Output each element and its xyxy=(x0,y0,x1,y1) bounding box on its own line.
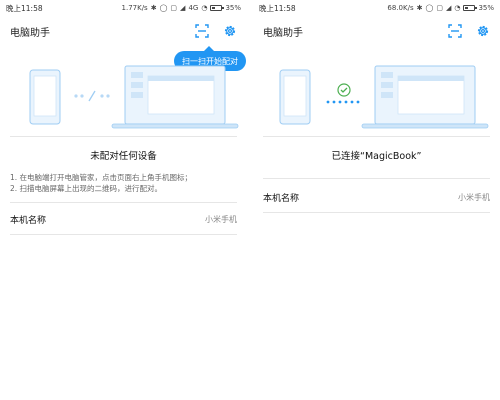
instructions: 1. 在电脑端打开电脑管家，点击页面右上角手机图标； 2. 扫描电脑屏幕上出现的… xyxy=(10,172,237,194)
connection-status: 已连接“MagicBook” xyxy=(331,151,422,162)
instruction-step: 1. 在电脑端打开电脑管家，点击页面右上角手机图标； xyxy=(10,173,193,182)
screen-connected: 晚上11:58 68.0K/s ✱ ◯ ▢ ◢ ◔ 35% 电脑助手 已连接“M… xyxy=(253,0,500,400)
divider xyxy=(263,136,490,137)
device-name-row[interactable]: 本机名称 小米手机 xyxy=(263,184,490,210)
status-time: 晚上11:58 xyxy=(6,3,43,13)
divider xyxy=(263,178,490,179)
device-name-value: 小米手机 xyxy=(458,192,490,202)
vibrate-icon: ▢ xyxy=(436,4,443,12)
wifi-icon: ◔ xyxy=(201,4,208,12)
check-circle-icon xyxy=(337,83,351,97)
app-bar: 电脑助手 xyxy=(0,16,247,46)
divider xyxy=(10,202,237,203)
status-time: 晚上11:58 xyxy=(259,3,296,13)
device-name-label: 本机名称 xyxy=(263,193,300,204)
network-speed: 1.77K/s xyxy=(121,4,148,12)
gear-icon[interactable] xyxy=(476,24,490,38)
battery-icon xyxy=(463,5,478,11)
battery-percent: 35% xyxy=(478,4,494,12)
connected-illustration xyxy=(279,65,489,129)
instruction-step: 2. 扫描电脑屏幕上出现的二维码，进行配对。 xyxy=(10,184,163,193)
gear-icon[interactable] xyxy=(223,24,237,38)
bluetooth-icon: ✱ xyxy=(416,4,423,12)
divider xyxy=(263,212,490,213)
divider xyxy=(10,136,237,137)
device-name-value: 小米手机 xyxy=(205,214,237,224)
vibrate-icon: ▢ xyxy=(170,4,178,12)
device-name-row[interactable]: 本机名称 小米手机 xyxy=(10,206,237,232)
alarm-icon: ◯ xyxy=(159,4,168,12)
signal-icon: ◢ xyxy=(180,4,186,12)
page-title: 电脑助手 xyxy=(263,27,303,39)
scan-icon[interactable] xyxy=(448,24,462,38)
device-name-label: 本机名称 xyxy=(10,215,47,226)
network-speed: 68.0K/s xyxy=(387,4,414,12)
status-bar: 晚上11:58 1.77K/s ✱ ◯ ▢ ◢ 4G ◔ 35% xyxy=(0,0,247,16)
wifi-icon: ◔ xyxy=(454,4,461,12)
status-bar: 晚上11:58 68.0K/s ✱ ◯ ▢ ◢ ◔ 35% xyxy=(253,0,500,16)
network-type: 4G xyxy=(188,4,199,12)
signal-icon: ◢ xyxy=(445,4,452,12)
battery-percent: 35% xyxy=(225,4,241,12)
divider xyxy=(10,234,237,235)
page-title: 电脑助手 xyxy=(10,27,50,39)
unpaired-illustration xyxy=(29,65,239,129)
battery-icon xyxy=(210,5,225,11)
screen-unpaired: 晚上11:58 1.77K/s ✱ ◯ ▢ ◢ 4G ◔ 35% 电脑助手 扫一… xyxy=(0,0,247,400)
app-bar: 电脑助手 xyxy=(253,16,500,46)
pairing-status: 未配对任何设备 xyxy=(90,151,157,162)
alarm-icon: ◯ xyxy=(425,4,434,12)
scan-icon[interactable] xyxy=(195,24,209,38)
bluetooth-icon: ✱ xyxy=(150,4,157,12)
